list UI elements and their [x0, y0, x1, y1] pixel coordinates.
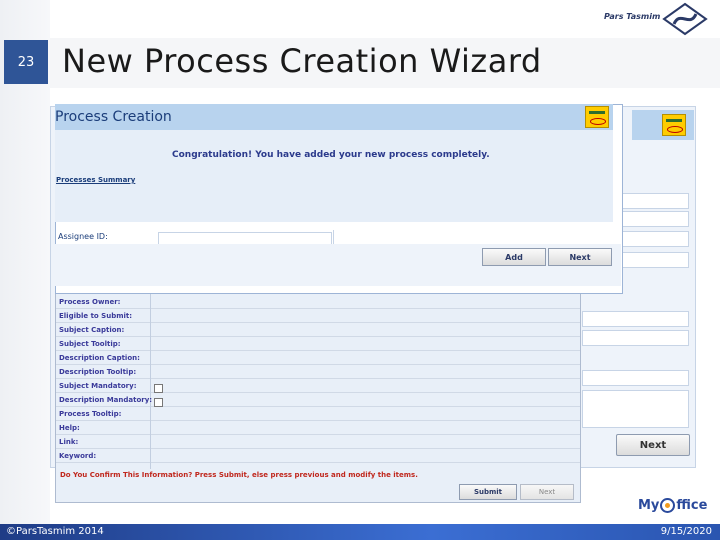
form-column-divider	[150, 293, 151, 469]
field-label-subject-mandatory: Subject Mandatory:	[59, 382, 137, 390]
slide-number: 23	[4, 40, 48, 84]
form-labels: Process Owner: Eligible to Submit: Subje…	[55, 293, 153, 469]
background-field[interactable]	[582, 330, 689, 346]
next-button[interactable]: Next	[548, 248, 612, 266]
footer-bar	[0, 524, 720, 540]
confirm-message: Do You Confirm This Information? Press S…	[60, 471, 418, 479]
mtn-logo-icon	[585, 106, 609, 128]
myoffice-logo: My ffice	[638, 498, 707, 513]
myoffice-text-left: My	[638, 498, 660, 513]
field-label-description-mandatory: Description Mandatory:	[59, 396, 153, 404]
brand-logo-icon	[662, 2, 708, 36]
myoffice-o-icon	[660, 498, 676, 513]
myoffice-text-right: ffice	[676, 498, 708, 513]
field-label-keyword: Keyword:	[59, 452, 97, 460]
subject-mandatory-checkbox[interactable]	[154, 384, 163, 393]
background-next-button[interactable]: Next	[616, 434, 690, 456]
background-field[interactable]	[582, 370, 689, 386]
process-creation-title: Process Creation	[55, 109, 172, 125]
assignee-label: Assignee ID:	[58, 232, 108, 241]
background-field[interactable]	[582, 390, 689, 428]
field-label-subject-tooltip: Subject Tooltip:	[59, 340, 121, 348]
add-button[interactable]: Add	[482, 248, 546, 266]
description-mandatory-checkbox[interactable]	[154, 398, 163, 407]
footer-copyright: ©ParsTasmim 2014	[6, 526, 104, 537]
submit-button[interactable]: Submit	[459, 484, 517, 500]
field-label-description-tooltip: Description Tooltip:	[59, 368, 137, 376]
field-label-help: Help:	[59, 424, 80, 432]
form-next-button[interactable]: Next	[520, 484, 574, 500]
field-label-subject-caption: Subject Caption:	[59, 326, 125, 334]
field-label-process-owner: Process Owner:	[59, 298, 121, 306]
processes-summary-link[interactable]: Processes Summary	[56, 176, 135, 184]
mtn-logo-icon	[662, 114, 686, 136]
field-label-eligible: Eligible to Submit:	[59, 312, 133, 320]
background-window-header	[632, 110, 694, 140]
slide-title: New Process Creation Wizard	[62, 42, 542, 80]
congratulation-message: Congratulation! You have added your new …	[172, 150, 490, 160]
footer-date: 9/15/2020	[660, 526, 712, 537]
process-creation-body	[55, 130, 613, 222]
field-label-process-tooltip: Process Tooltip:	[59, 410, 122, 418]
field-label-description-caption: Description Caption:	[59, 354, 140, 362]
brand-name: Pars Tasmim	[604, 12, 661, 21]
assignee-column	[333, 230, 440, 244]
background-field[interactable]	[582, 311, 689, 327]
field-label-link: Link:	[59, 438, 79, 446]
